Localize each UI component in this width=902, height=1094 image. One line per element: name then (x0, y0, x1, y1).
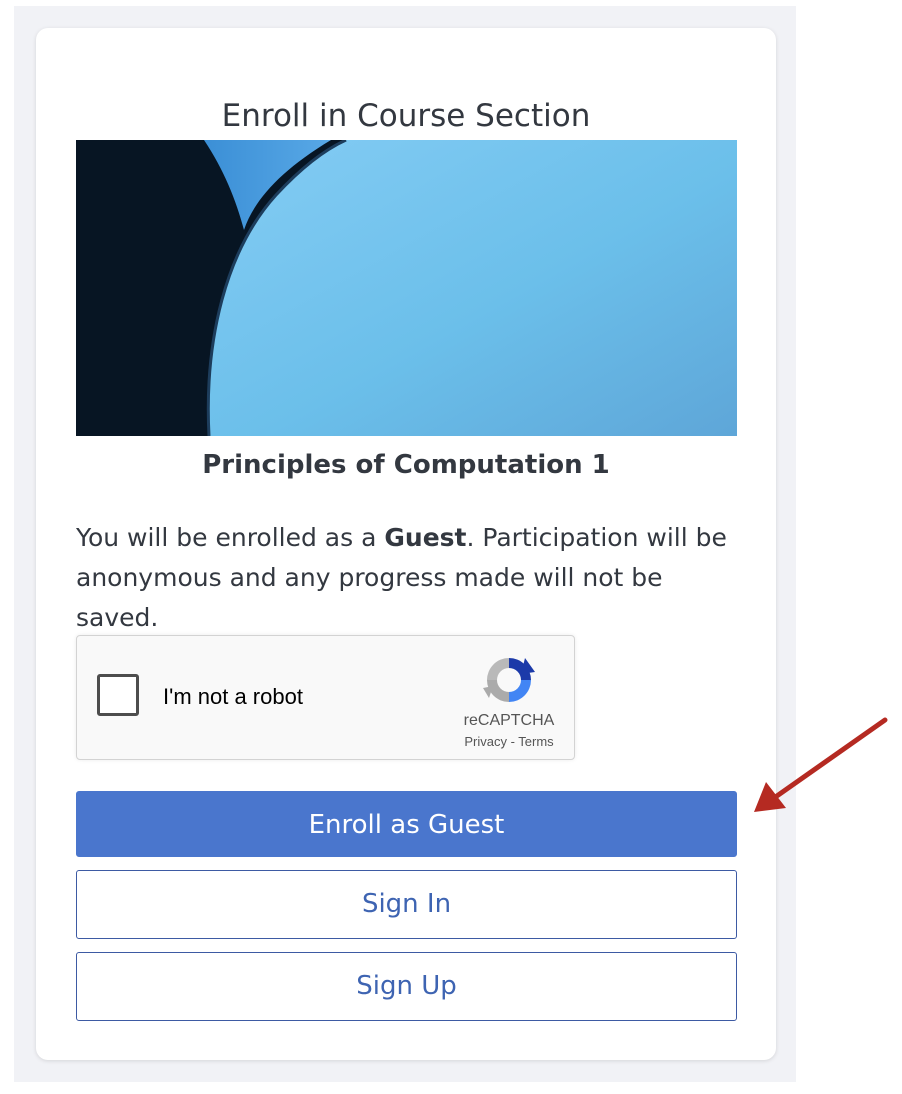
page-title: Enroll in Course Section (221, 98, 591, 134)
guest-notice: You will be enrolled as a Guest. Partici… (76, 518, 737, 638)
recaptcha-links: Privacy - Terms (447, 734, 571, 749)
recaptcha-brand: reCAPTCHA (463, 712, 555, 729)
course-title: Principles of Computation 1 (202, 450, 610, 480)
enroll-as-guest-button[interactable]: Enroll as Guest (76, 791, 737, 857)
recaptcha-label: I'm not a robot (163, 684, 303, 709)
recaptcha-widget: I'm not a robot reCAPTCHA Privacy - Term… (76, 635, 575, 760)
sign-in-button[interactable]: Sign In (76, 870, 737, 939)
sign-up-button[interactable]: Sign Up (76, 952, 737, 1021)
enroll-card: Enroll in Course Section Principles of C… (36, 28, 776, 1060)
recaptcha-privacy-link[interactable]: Privacy (464, 734, 507, 749)
annotation-arrow-icon (754, 717, 888, 812)
recaptcha-terms-link[interactable]: Terms (518, 734, 553, 749)
recaptcha-checkbox[interactable] (97, 674, 139, 716)
recaptcha-logo-icon (483, 658, 535, 702)
course-banner-image (76, 140, 737, 436)
recaptcha-link-separator: - (506, 734, 519, 749)
notice-role: Guest (384, 523, 467, 552)
course-banner-graphic (76, 140, 737, 436)
notice-text-start: You will be enrolled as a (76, 523, 385, 552)
